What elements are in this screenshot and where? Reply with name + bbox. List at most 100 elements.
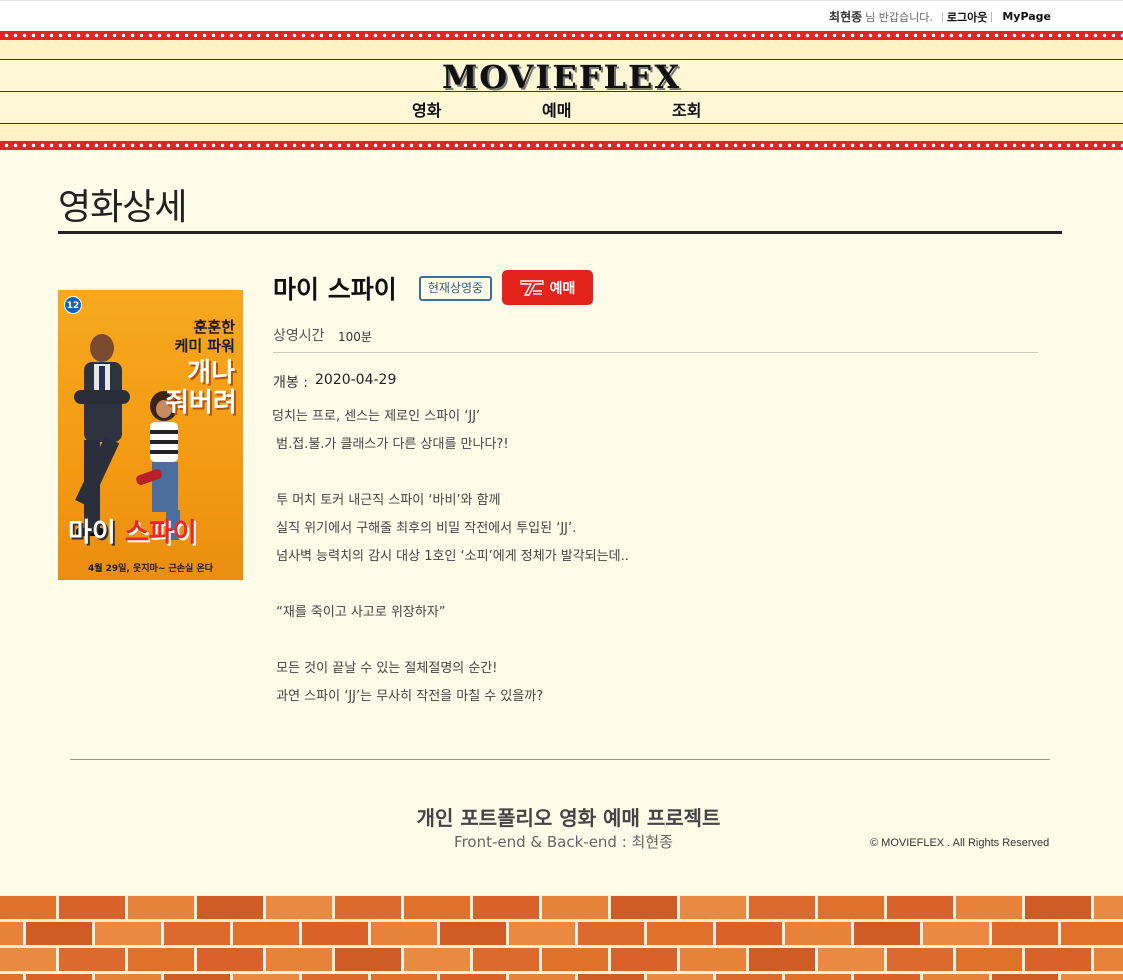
brick	[266, 948, 332, 971]
footer-title: 개인 포트폴리오 영화 예매 프로젝트	[416, 806, 721, 830]
brick	[509, 974, 575, 980]
book-button-label: 예매	[549, 280, 576, 297]
brick	[59, 948, 125, 971]
brick	[680, 948, 746, 971]
brick	[197, 896, 263, 919]
brick	[128, 896, 194, 919]
site-header: MOVIEFLEX 영화 예매 조회	[0, 31, 1123, 150]
brick	[1094, 896, 1123, 919]
brick	[992, 922, 1058, 945]
brick	[854, 922, 920, 945]
synopsis-line: 투 머치 토커 내근직 스파이 ‘바비’와 함께	[272, 493, 501, 508]
synopsis-line: 실직 위기에서 구해줄 최후의 비밀 작전에서 투입된 ‘JJ’.	[272, 521, 577, 536]
brick	[887, 896, 953, 919]
brick	[440, 922, 506, 945]
brick	[0, 922, 23, 945]
brick	[266, 896, 332, 919]
brick	[854, 974, 920, 980]
divider	[991, 11, 993, 22]
synopsis-line: 과연 스파이 ‘JJ’는 무사히 작전을 마칠 수 있을까?	[272, 689, 544, 704]
ticket-icon	[519, 279, 544, 296]
brick	[0, 974, 23, 980]
header-band-bottom	[0, 124, 1123, 141]
brick	[440, 974, 506, 980]
title-divider	[58, 231, 1062, 234]
runtime-value: 100분	[338, 330, 372, 344]
site-logo[interactable]: MOVIEFLEX	[0, 58, 1123, 96]
status-badge: 현재상영중	[419, 276, 492, 301]
brick	[1061, 922, 1123, 945]
brick	[956, 948, 1022, 971]
brick	[647, 974, 713, 980]
poster-title-left: 마이	[68, 518, 116, 548]
brick	[749, 896, 815, 919]
logout-link[interactable]: 로그아웃	[947, 9, 987, 25]
brick	[818, 896, 884, 919]
synopsis-line	[272, 571, 1052, 599]
synopsis-line: 덩치는 프로, 센스는 제로인 스파이 ‘JJ’	[272, 409, 481, 424]
page-title: 영화상세	[58, 187, 187, 228]
brick	[749, 948, 815, 971]
brick	[923, 974, 989, 980]
brick	[1025, 896, 1091, 919]
runtime-label: 상영시간	[273, 328, 325, 344]
brick	[1094, 948, 1123, 971]
open-date-value: 2020-04-29	[315, 372, 397, 388]
brick	[785, 974, 851, 980]
brick	[611, 896, 677, 919]
brick	[233, 974, 299, 980]
brick	[716, 922, 782, 945]
mypage-link[interactable]: MyPage	[1002, 10, 1051, 23]
brick	[473, 896, 539, 919]
brick	[371, 974, 437, 980]
nav-booking[interactable]: 예매	[542, 97, 571, 121]
synopsis-line: 넘사벽 능력치의 감시 대상 1호인 ‘소피’에게 정체가 발각되는데..	[272, 549, 629, 564]
movie-title: 마이 스파이	[273, 275, 397, 304]
synopsis: 덩치는 프로, 센스는 제로인 스파이 ‘JJ’ 범.접.불.가 클래스가 다른…	[272, 403, 1052, 711]
brick	[335, 896, 401, 919]
main-nav: 영화 예매 조회	[0, 97, 1123, 121]
brick	[404, 896, 470, 919]
brick	[473, 948, 539, 971]
brick	[647, 922, 713, 945]
brick	[818, 948, 884, 971]
synopsis-line: “재를 죽이고 사고로 위장하자”	[272, 605, 446, 620]
poster-title: 마이 스파이	[68, 512, 197, 549]
brick	[164, 922, 230, 945]
brick	[233, 922, 299, 945]
divider	[941, 11, 943, 22]
poster-title-right: 스파이	[124, 518, 197, 548]
movie-poster: 12 훈훈한 케미 파워 개나 줘버려 마이 스파이 4월 29일, 웃지마~ …	[58, 290, 243, 580]
poster-release-text: 4월 29일, 웃지마~ 근손실 온다	[87, 564, 214, 574]
header-band-top	[0, 40, 1123, 59]
synopsis-line	[272, 459, 1052, 487]
user-name: 최현종	[829, 10, 863, 24]
brick	[404, 948, 470, 971]
brick	[716, 974, 782, 980]
brick	[1061, 974, 1123, 980]
brick	[887, 948, 953, 971]
brick	[992, 974, 1058, 980]
brick	[95, 922, 161, 945]
user-bar-inner: 최현종 님 반갑습니다. 로그아웃 MyPage	[829, 8, 1051, 25]
brick	[197, 948, 263, 971]
synopsis-line: 모든 것이 끝날 수 있는 절체절명의 순간!	[272, 661, 498, 676]
synopsis-line	[272, 627, 1052, 655]
poster-copy-large: 개나 줘버려	[165, 358, 237, 418]
age-rating-badge: 12	[64, 296, 82, 314]
brick	[95, 974, 161, 980]
brick	[1025, 948, 1091, 971]
brick	[578, 974, 644, 980]
brick	[0, 948, 56, 971]
footer-divider	[70, 759, 1050, 760]
user-bar: 최현종 님 반갑습니다. 로그아웃 MyPage	[0, 0, 1123, 31]
brick	[164, 974, 230, 980]
marquee-lights-bottom	[0, 141, 1123, 150]
greeting-text: 님 반갑습니다.	[865, 10, 933, 24]
brick	[371, 922, 437, 945]
nav-movie[interactable]: 영화	[412, 97, 441, 121]
open-date-label: 개봉 :	[273, 375, 308, 391]
nav-lookup[interactable]: 조회	[672, 97, 701, 121]
book-button[interactable]: 예매	[502, 270, 593, 305]
brick	[785, 922, 851, 945]
